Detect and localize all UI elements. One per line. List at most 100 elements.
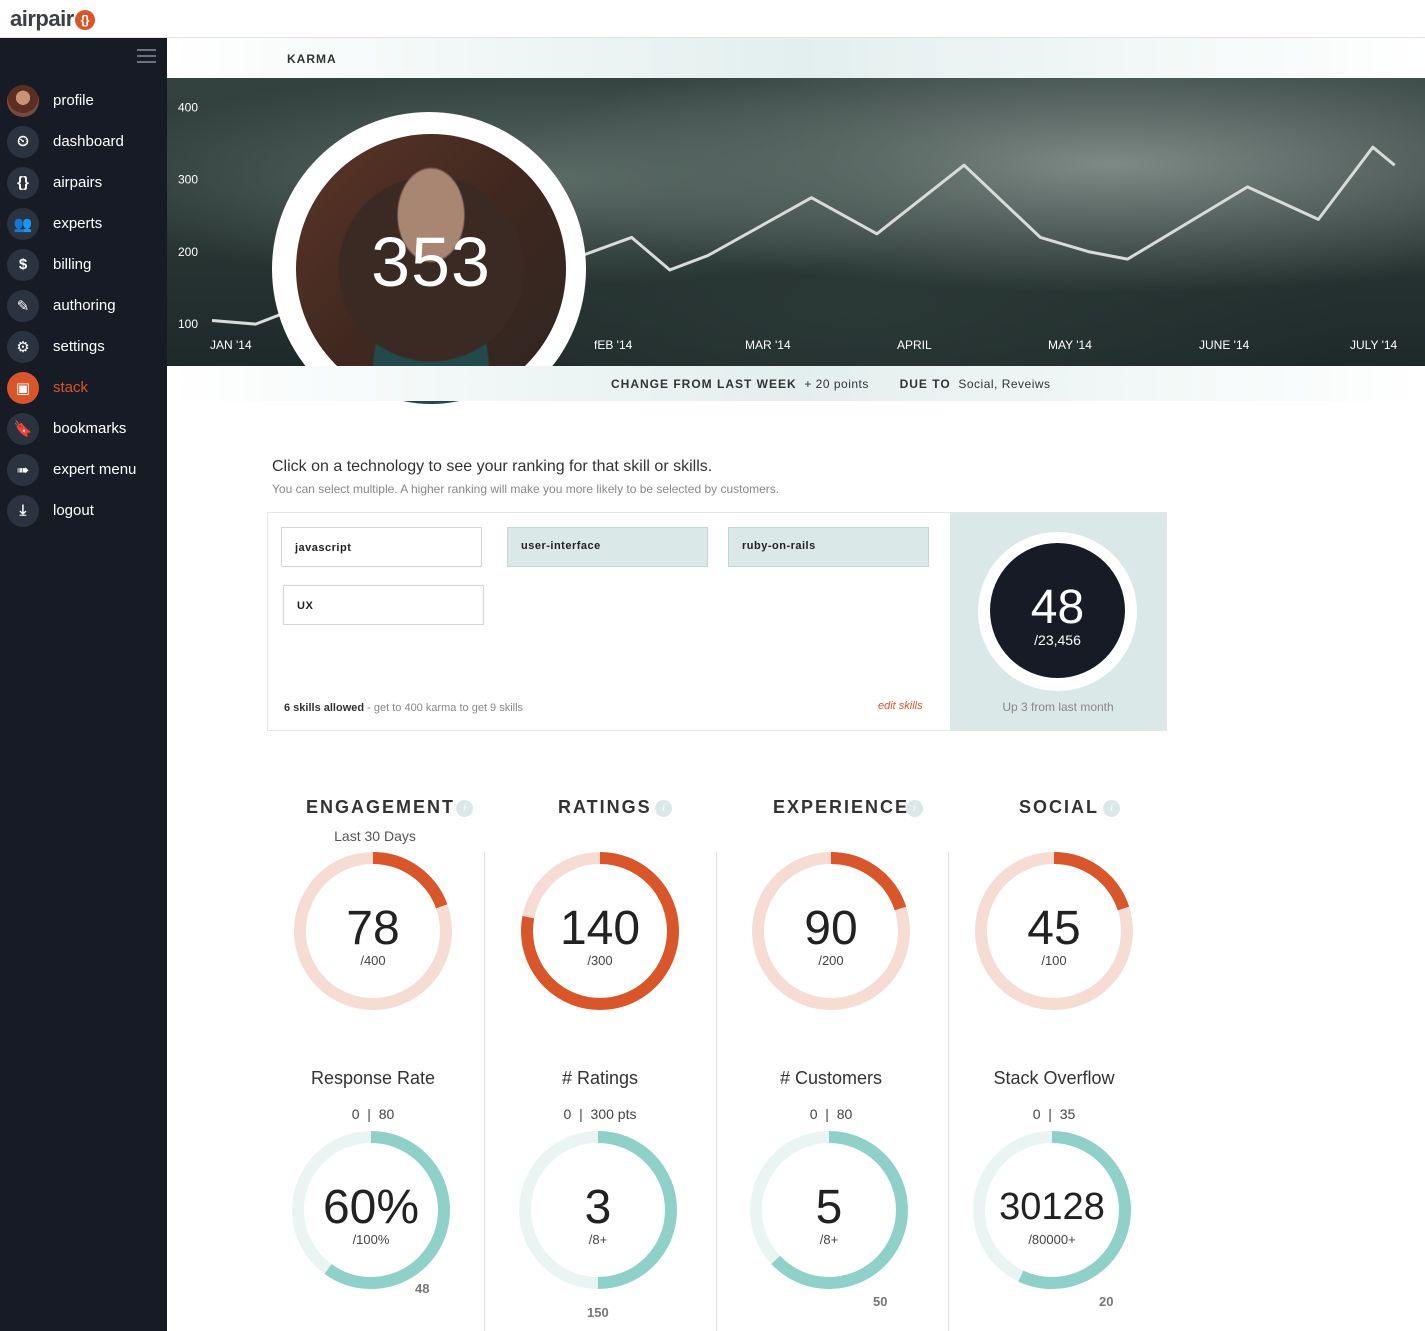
score-max: /100 [1041,953,1067,968]
karma-ytick: 200 [178,245,198,259]
karma-xtick: JAN '14 [210,338,252,352]
score-max: /400 [360,953,386,968]
sub-metric-range: 0 | 35 [954,1106,1154,1122]
airpair-logo[interactable]: airpair{} [10,6,95,32]
sub-metric-range: 0 | 300 pts [500,1106,700,1122]
sub-metric-title: # Customers [779,1068,883,1088]
score-max: /300 [587,953,613,968]
sidebar-item-label: dashboard [53,133,124,150]
sub-metric-value: 30128 [999,1186,1105,1228]
sidebar-item-airpairs[interactable]: {} airpairs [0,162,167,203]
metric-divider [484,852,485,1331]
karma-value: 353 [371,223,491,301]
sidebar-item-label: airpairs [53,174,103,191]
skill-tag-user-interface[interactable]: user-interface [507,527,708,567]
change-label: CHANGE FROM LAST WEEK [611,377,797,391]
range-max: 80 [378,1106,395,1122]
range-separator: | [359,1106,379,1122]
skills-allowed: 6 skills allowed - get to 400 karma to g… [284,702,523,714]
sidebar-item-label: experts [53,215,103,232]
due-label: DUE TO [899,377,951,391]
karma-xtick: fEB '14 [594,338,633,352]
skill-tag-ux[interactable]: UX [283,585,484,625]
edit-skills-link[interactable]: edit skills [878,700,923,712]
sidebar-item-label: logout [53,502,94,519]
sidebar-item-label: settings [53,338,105,355]
karma-xtick: JULY '14 [1350,338,1398,352]
karma-xtick: APRIL [897,338,932,352]
skills-heading: Click on a technology to see your rankin… [272,458,713,475]
sidebar-item-expert-menu[interactable]: ➠ expert menu [0,449,167,490]
karma-change: CHANGE FROM LAST WEEK + 20 points DUE TO… [611,377,1051,391]
karma-change-bar: CHANGE FROM LAST WEEK + 20 points DUE TO… [167,366,1425,401]
top-bar: airpair{} [0,0,1425,38]
pen-icon: ✎ [7,289,39,322]
sidebar-item-logout[interactable]: ⤓ logout [0,490,167,531]
sidebar-item-bookmarks[interactable]: 🔖 bookmarks [0,408,167,449]
logo-text: airpair [10,6,74,31]
users-icon: 👥 [7,207,39,240]
score-value: 78 [346,902,400,955]
sub-metric-title: Response Rate [310,1068,436,1088]
sidebar-item-stack[interactable]: ▣ stack [0,367,167,408]
sidebar-item-experts[interactable]: 👥 experts [0,203,167,244]
sub-metric-max: /100% [352,1232,390,1247]
score-value: 45 [1027,902,1081,955]
braces-icon: {} [7,166,39,199]
sidebar-item-profile[interactable]: profile [0,80,167,121]
sub-metric-value: 5 [815,1181,843,1234]
karma-xtick: MAY '14 [1048,338,1092,352]
sub-metric-max: /8+ [819,1232,839,1247]
range-max: 35 [1059,1106,1076,1122]
sidebar-item-label: stack [53,379,89,396]
sidebar-item-label: expert menu [53,461,137,478]
sub-metric-end-value: 48 [415,1281,430,1296]
arrow-right-icon: ➠ [7,453,39,486]
karma-ytick: 100 [178,317,198,331]
sidebar-item-authoring[interactable]: ✎ authoring [0,285,167,326]
info-icon[interactable]: i [906,800,923,817]
range-min: 0 [1032,1106,1041,1122]
range-separator: | [571,1106,591,1122]
metric-divider [716,852,717,1331]
due-value: Social, Reveiws [958,377,1051,391]
metric-title-social: SOCIAL [1019,797,1100,817]
rank-total: /23,456 [1034,632,1081,648]
gear-icon: ⚙ [7,330,39,363]
logout-icon: ⤓ [7,494,39,527]
sub-metric-range: 0 | 80 [273,1106,473,1122]
metric-title-experience: EXPERIENCE [773,797,910,817]
sidebar-item-label: authoring [53,297,116,314]
change-value: + 20 points [804,377,869,391]
skill-tag-ruby-on-rails[interactable]: ruby-on-rails [728,527,929,567]
sidebar-item-billing[interactable]: $ billing [0,244,167,285]
range-min: 0 [809,1106,818,1122]
info-icon[interactable]: i [456,800,473,817]
sub-metric-end-value: 20 [1099,1294,1114,1309]
sidebar-item-dashboard[interactable]: ⏲ dashboard [0,121,167,162]
sidebar-item-settings[interactable]: ⚙ settings [0,326,167,367]
skills-allowed-note: - get to 400 karma to get 9 skills [364,702,524,714]
dashboard-gauge-icon: ⏲ [7,125,39,158]
bookmark-icon: 🔖 [7,412,39,445]
box-icon: ▣ [7,371,39,404]
logo-brace-icon: {} [74,10,95,30]
range-max: 80 [836,1106,853,1122]
sidebar-item-label: profile [53,92,94,109]
sub-metric-range: 0 | 80 [731,1106,931,1122]
info-icon[interactable]: i [655,800,672,817]
metric-divider [948,852,949,1331]
karma-title: KARMA [287,52,337,66]
menu-toggle-icon[interactable] [137,49,156,63]
sidebar-item-label: bookmarks [53,420,127,437]
range-max: 300 pts [590,1106,637,1122]
sub-metric-end-value: 50 [873,1294,888,1309]
rank-value: 48 [1030,581,1085,634]
info-icon[interactable]: i [1103,800,1120,817]
karma-ytick: 300 [178,173,198,187]
sub-metric-value: 60% [322,1181,420,1234]
skill-tag-javascript[interactable]: javascript [281,527,482,567]
range-min: 0 [351,1106,360,1122]
sub-metric-value: 3 [584,1181,612,1234]
score-max: /200 [818,953,844,968]
